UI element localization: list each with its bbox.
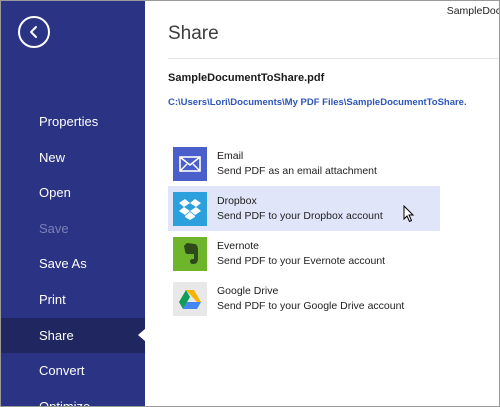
document-path-link[interactable]: C:\Users\Lori\Documents\My PDF Files\Sam… bbox=[168, 97, 467, 108]
sidebar-item-print[interactable]: Print bbox=[1, 282, 145, 318]
share-option-description: Send PDF to your Google Drive account bbox=[217, 300, 405, 312]
share-option-description: Send PDF as an email attachment bbox=[217, 165, 377, 177]
sidebar-item-label: Save bbox=[39, 220, 69, 236]
sidebar-menu: Properties New Open Save Save As Print S… bbox=[1, 104, 145, 407]
share-option-text: Email Send PDF as an email attachment bbox=[217, 149, 377, 178]
share-option-name: Evernote bbox=[217, 240, 260, 252]
share-option-name: Email bbox=[217, 150, 244, 162]
share-options-list: Email Send PDF as an email attachment Dr… bbox=[168, 141, 440, 321]
sidebar-item-label: Share bbox=[39, 327, 74, 343]
share-option-description: Send PDF to your Evernote account bbox=[217, 255, 386, 267]
share-option-dropbox[interactable]: Dropbox Send PDF to your Dropbox account bbox=[168, 186, 440, 231]
sidebar-item-open[interactable]: Open bbox=[1, 175, 145, 211]
sidebar-item-save-as[interactable]: Save As bbox=[1, 246, 145, 282]
share-option-text: Evernote Send PDF to your Evernote accou… bbox=[217, 239, 385, 268]
share-option-text: Google Drive Send PDF to your Google Dri… bbox=[217, 284, 404, 313]
share-option-text: Dropbox Send PDF to your Dropbox account bbox=[217, 194, 383, 223]
share-option-evernote[interactable]: Evernote Send PDF to your Evernote accou… bbox=[168, 231, 440, 276]
sidebar-item-label: Print bbox=[39, 291, 66, 307]
email-icon bbox=[173, 146, 207, 181]
share-option-google-drive[interactable]: Google Drive Send PDF to your Google Dri… bbox=[168, 276, 440, 321]
sidebar-item-label: Properties bbox=[39, 114, 99, 129]
sidebar-item-properties[interactable]: Properties bbox=[1, 104, 145, 140]
sidebar-item-label: Convert bbox=[39, 363, 85, 379]
sidebar-item-label: Save As bbox=[39, 256, 87, 272]
sidebar-item-label: New bbox=[39, 149, 66, 165]
arrow-left-icon bbox=[30, 26, 37, 38]
main-panel: SampleDoc Share SampleDocumentToShare.pd… bbox=[145, 1, 499, 406]
sidebar: Properties New Open Save Save As Print S… bbox=[1, 1, 145, 407]
sidebar-item-new[interactable]: New bbox=[1, 140, 145, 176]
share-option-name: Dropbox bbox=[217, 195, 257, 207]
sidebar-item-label: Optimize bbox=[39, 398, 91, 407]
evernote-icon bbox=[173, 236, 207, 271]
sidebar-item-save: Save bbox=[1, 211, 145, 247]
share-option-description: Send PDF to your Dropbox account bbox=[217, 210, 383, 222]
share-option-email[interactable]: Email Send PDF as an email attachment bbox=[168, 141, 440, 186]
share-option-name: Google Drive bbox=[217, 285, 279, 297]
sidebar-item-share[interactable]: Share bbox=[1, 317, 145, 354]
document-name: SampleDocumentToShare.pdf bbox=[168, 72, 325, 84]
mouse-cursor-icon bbox=[403, 205, 415, 223]
dropbox-icon bbox=[173, 191, 207, 226]
window-title: SampleDoc bbox=[446, 5, 500, 17]
back-button[interactable] bbox=[18, 16, 50, 48]
page-title: Share bbox=[168, 23, 219, 44]
sidebar-item-label: Open bbox=[39, 185, 71, 201]
sidebar-item-optimize[interactable]: Optimize bbox=[1, 389, 145, 407]
application-window: Properties New Open Save Save As Print S… bbox=[0, 0, 500, 407]
sidebar-item-convert[interactable]: Convert bbox=[1, 353, 145, 389]
title-divider bbox=[168, 58, 499, 59]
google-drive-icon bbox=[173, 281, 207, 316]
